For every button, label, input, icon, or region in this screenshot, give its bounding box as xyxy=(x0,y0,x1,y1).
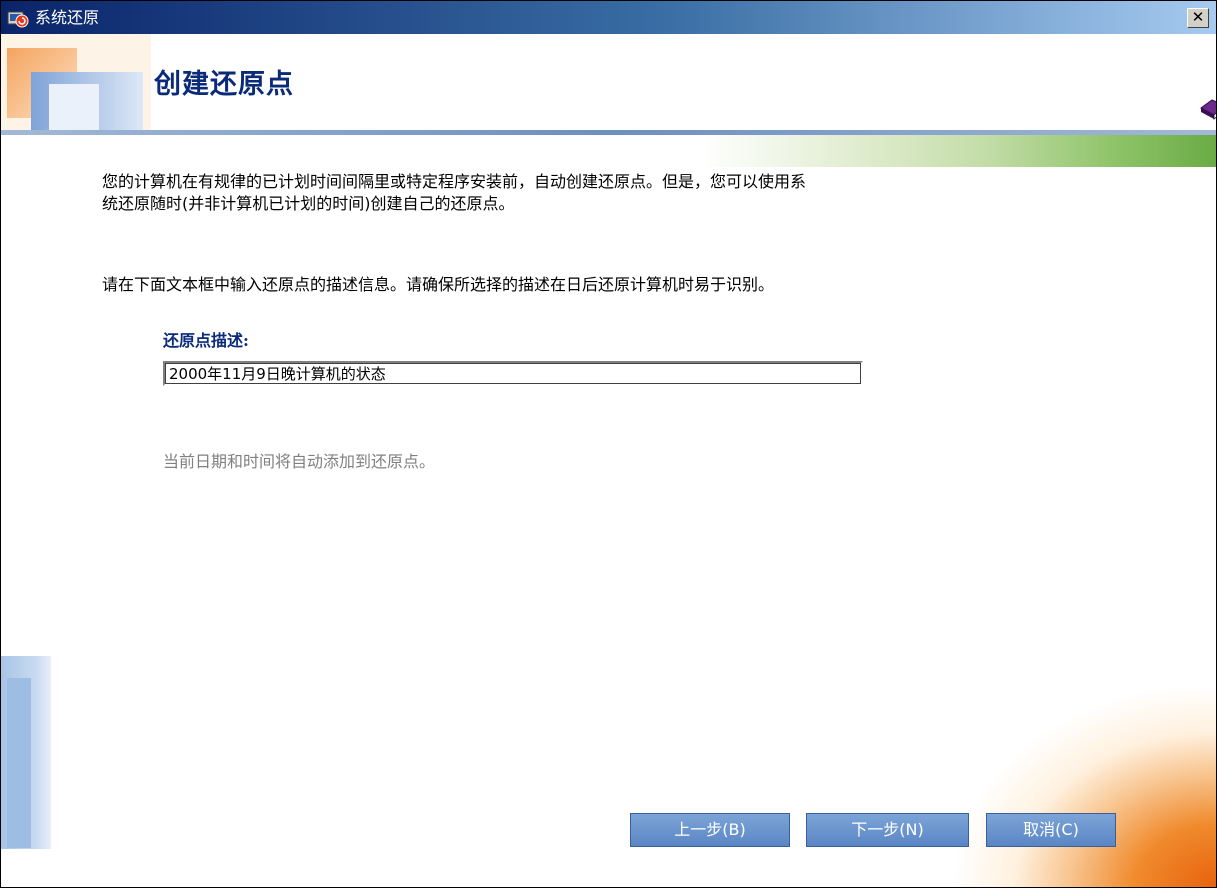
restore-point-description-label: 还原点描述: xyxy=(163,331,249,350)
corner-decoration xyxy=(956,687,1216,887)
intro-line-2: 统还原随时(并非计算机已计划的时间)创建自己的还原点。 xyxy=(102,194,515,213)
header-decoration xyxy=(1,34,151,132)
system-restore-icon xyxy=(7,11,29,28)
cancel-button[interactable]: 取消(C) xyxy=(986,813,1116,847)
left-edge-panel xyxy=(7,678,31,848)
page-title: 创建还原点 xyxy=(154,69,294,100)
restore-point-description-input[interactable] xyxy=(163,361,863,386)
intro-line-1: 您的计算机在有规律的已计划时间间隔里或特定程序安装前，自动创建还原点。但是，您可… xyxy=(102,172,807,191)
title-bar[interactable]: 系统还原 ✕ xyxy=(1,1,1216,34)
left-edge-decoration xyxy=(1,656,51,849)
wizard-header: 创建还原点 帮助 xyxy=(1,34,1216,132)
close-button[interactable]: ✕ xyxy=(1187,8,1209,28)
system-restore-window: 系统还原 ✕ 创建还原点 您的计算机在有规律的已计划时间间隔里或特定程序安装前，… xyxy=(0,0,1217,888)
date-time-note: 当前日期和时间将自动添加到还原点。 xyxy=(163,452,436,471)
window-title: 系统还原 xyxy=(35,8,100,27)
back-button[interactable]: 上一步(B) xyxy=(630,813,790,847)
close-icon: ✕ xyxy=(1191,8,1205,26)
intro-text: 您的计算机在有规律的已计划时间间隔里或特定程序安装前，自动创建还原点。但是，您可… xyxy=(102,171,942,215)
instruction-text: 请在下面文本框中输入还原点的描述信息。请确保所选择的描述在日后还原计算机时易于识… xyxy=(102,275,775,294)
help-book-icon xyxy=(1200,99,1216,120)
next-button[interactable]: 下一步(N) xyxy=(806,813,969,847)
